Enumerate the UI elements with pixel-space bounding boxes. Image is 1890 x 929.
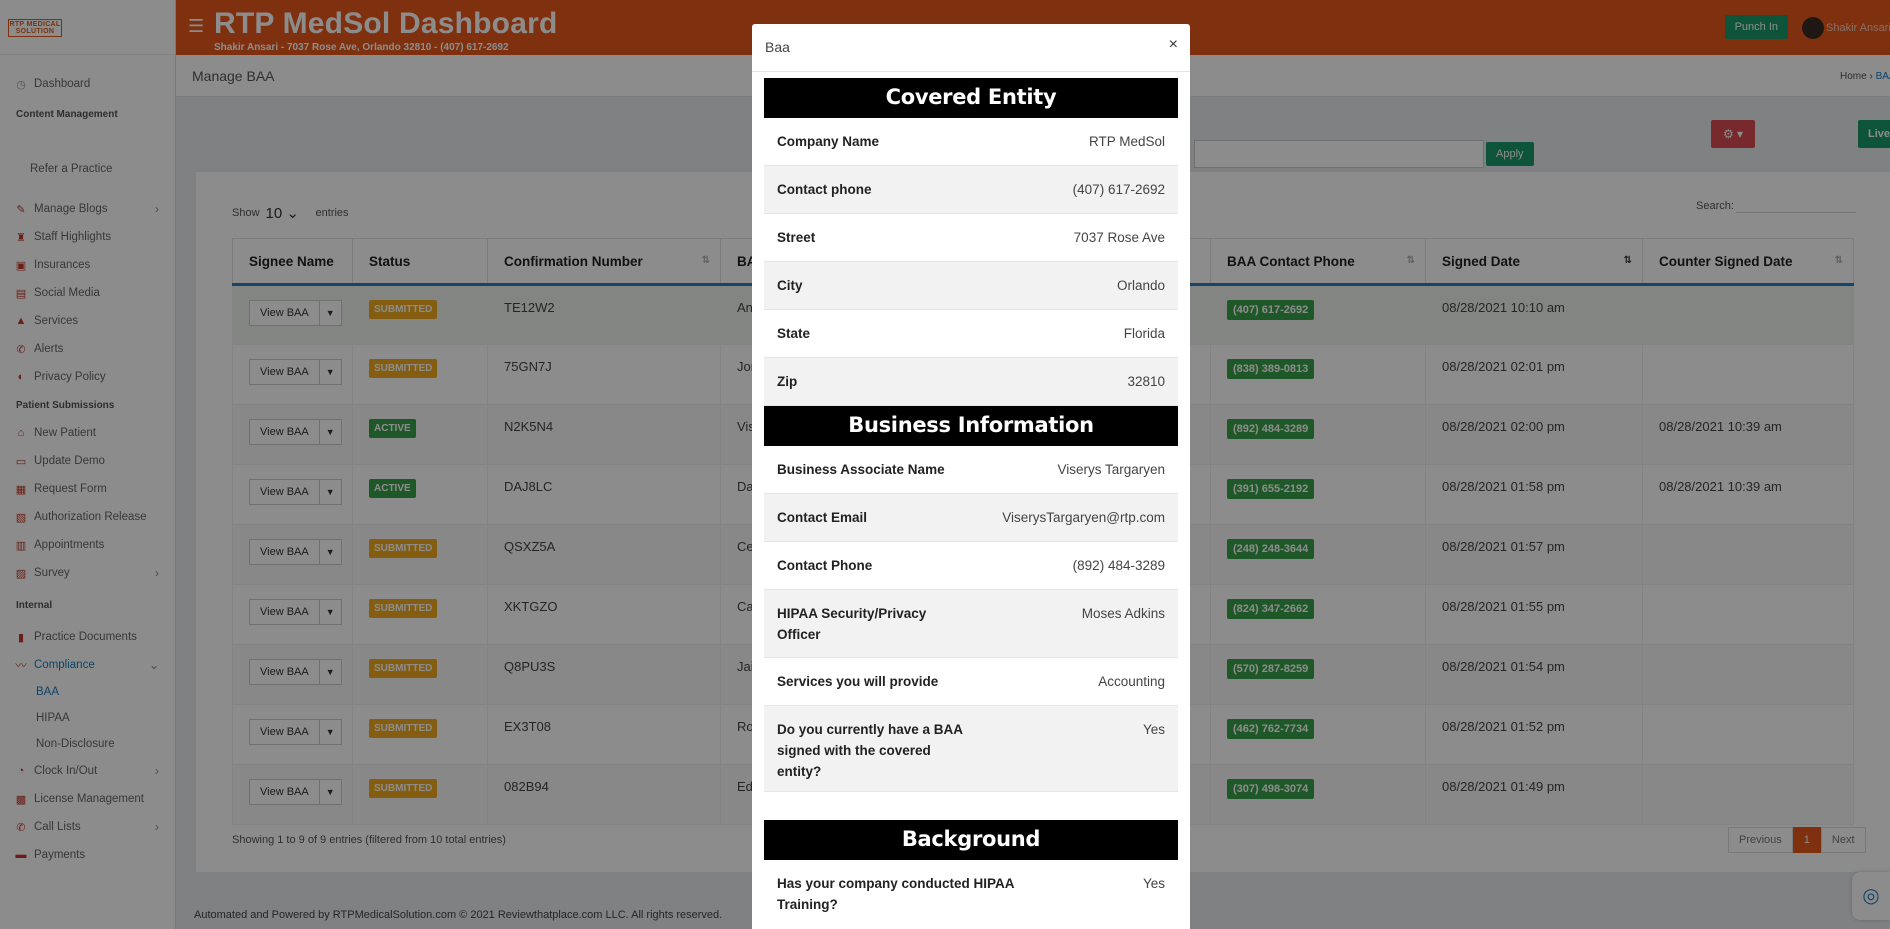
detail-value: 7037 Rose Ave bbox=[1073, 230, 1165, 245]
detail-value: ViserysTargaryen@rtp.com bbox=[1002, 510, 1165, 525]
detail-row: Zip 32810 bbox=[764, 358, 1178, 406]
detail-label: Zip bbox=[777, 374, 798, 389]
detail-label: Do you currently have a BAA signed with … bbox=[777, 722, 963, 779]
detail-label: Contact phone bbox=[777, 182, 872, 197]
detail-label: Business Associate Name bbox=[777, 462, 945, 477]
detail-value: Florida bbox=[1123, 326, 1165, 341]
detail-label: Contact Phone bbox=[777, 558, 873, 573]
detail-row: Company Name RTP MedSol bbox=[764, 118, 1178, 166]
modal-title: Baa bbox=[765, 39, 790, 55]
detail-value: Yes bbox=[1142, 876, 1165, 891]
detail-value: (407) 617-2692 bbox=[1072, 182, 1165, 197]
detail-row: Services you will provide Accounting bbox=[764, 658, 1178, 706]
detail-label: City bbox=[777, 278, 803, 293]
detail-row: Has your company conducted HIPAA Trainin… bbox=[764, 860, 1178, 929]
detail-row: Contact phone (407) 617-2692 bbox=[764, 166, 1178, 214]
section-title: Background bbox=[764, 820, 1178, 860]
detail-label: Has your company conducted HIPAA Trainin… bbox=[777, 876, 1015, 912]
detail-label: Company Name bbox=[777, 134, 880, 149]
baa-modal: Baa × Covered Entity Company Name RTP MedS… bbox=[752, 24, 1190, 929]
modal-body: Covered Entity Company Name RTP MedSol Cont… bbox=[764, 78, 1178, 929]
detail-label: Street bbox=[777, 230, 816, 245]
detail-row: Business Associate Name Viserys Targaryen bbox=[764, 446, 1178, 494]
detail-row: Contact Email ViserysTargaryen@rtp.com bbox=[764, 494, 1178, 542]
detail-value: RTP MedSol bbox=[1088, 134, 1165, 149]
detail-row: HIPAA Security/Privacy Officer Moses Adki… bbox=[764, 590, 1178, 658]
detail-value: Moses Adkins bbox=[1081, 606, 1165, 621]
detail-value: Orlando bbox=[1116, 278, 1165, 293]
detail-label: Services you will provide bbox=[777, 674, 939, 689]
detail-value: Viserys Targaryen bbox=[1057, 462, 1165, 477]
detail-value: Yes bbox=[1142, 722, 1165, 737]
detail-row: State Florida bbox=[764, 310, 1178, 358]
detail-row: Contact Phone (892) 484-3289 bbox=[764, 542, 1178, 590]
section-title: Business Information bbox=[764, 406, 1178, 446]
detail-row: City Orlando bbox=[764, 262, 1178, 310]
section-rows: Has your company conducted HIPAA Trainin… bbox=[764, 860, 1178, 929]
detail-value: Accounting bbox=[1098, 674, 1165, 689]
detail-label: State bbox=[777, 326, 811, 341]
detail-label: HIPAA Security/Privacy Officer bbox=[777, 606, 927, 642]
detail-row: Street 7037 Rose Ave bbox=[764, 214, 1178, 262]
detail-row: Do you currently have a BAA signed with … bbox=[764, 706, 1178, 792]
section-title: Covered Entity bbox=[764, 78, 1178, 118]
section-rows: Business Associate Name Viserys Targaryen… bbox=[764, 446, 1178, 792]
detail-label: Contact Email bbox=[777, 510, 868, 525]
detail-value: 32810 bbox=[1127, 374, 1165, 389]
detail-value: (892) 484-3289 bbox=[1072, 558, 1165, 573]
section-rows: Company Name RTP MedSol Contact phone (407)… bbox=[764, 118, 1178, 406]
close-icon[interactable]: × bbox=[1169, 36, 1178, 54]
modal-header: Baa × bbox=[752, 24, 1190, 72]
